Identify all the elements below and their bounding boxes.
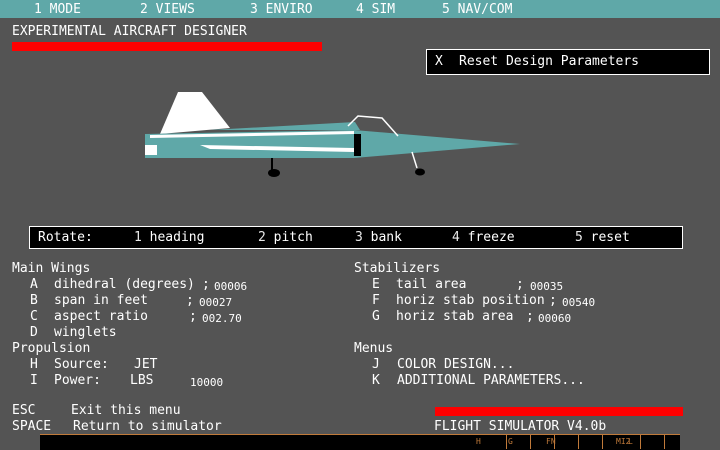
title-underline — [12, 42, 322, 51]
wing-dihedral-label: dihedral (degrees) — [54, 277, 195, 292]
rotate-freeze-option[interactable]: 4 freeze — [452, 230, 515, 245]
instrument-tick — [506, 435, 507, 449]
rotate-bank-key: 3 — [355, 230, 363, 245]
stab-horiz-area-label: horiz stab area — [396, 309, 514, 324]
propulsion-power-unit: LBS — [130, 373, 154, 388]
menu-enviro[interactable]: 3 ENVIRO — [250, 2, 313, 17]
wing-dihedral-key: A — [30, 277, 38, 292]
additional-params-label: ADDITIONAL PARAMETERS... — [397, 373, 585, 388]
wing-aspect-label: aspect ratio — [54, 309, 148, 324]
rotate-reset-option[interactable]: 5 reset — [575, 230, 630, 245]
stab-tail-area-sep: ; — [516, 277, 524, 292]
version-label: FLIGHT SIMULATOR V4.0b — [434, 419, 607, 434]
menu-mode[interactable]: 1 MODE — [34, 2, 81, 17]
reset-label: Reset Design Parameters — [459, 54, 640, 69]
stab-position-sep: ; — [549, 293, 557, 308]
stab-horiz-area-key: G — [372, 309, 380, 324]
nose-mark — [354, 134, 361, 156]
upper-wing — [210, 122, 360, 130]
menu-sim[interactable]: 4 SIM — [356, 2, 395, 17]
additional-params-key: K — [372, 373, 380, 388]
instrument-tick — [530, 435, 531, 449]
instrument-strip: H G FN MI2 L — [40, 434, 680, 450]
main-gear-wheel — [268, 169, 280, 177]
instrument-label: L — [628, 437, 633, 446]
wing-aspect-sep: ; — [189, 309, 197, 324]
propulsion-power-value: 10000 — [190, 376, 224, 389]
top-menu-bar: 1 MODE 2 VIEWS 3 ENVIRO 4 SIM 5 NAV/COM — [0, 0, 720, 18]
rotate-bank-label: bank — [370, 230, 402, 245]
rotate-pitch-key: 2 — [258, 230, 266, 245]
stab-tail-area-key: E — [372, 277, 380, 292]
instrument-strip-border — [40, 434, 680, 435]
instrument-label: H — [476, 437, 481, 446]
instrument-tick — [578, 435, 579, 449]
rotate-reset-key: 5 — [575, 230, 583, 245]
propulsion-source-key: H — [30, 357, 38, 372]
nose-gear-wheel — [415, 168, 425, 176]
main-wings-heading: Main Wings — [12, 261, 91, 276]
wing-winglets-label: winglets — [54, 325, 117, 340]
wing-aspect-key: C — [30, 309, 38, 324]
rotate-freeze-label: freeze — [467, 230, 515, 245]
rotate-pitch-option[interactable]: 2 pitch — [258, 230, 313, 245]
rotate-bank-option[interactable]: 3 bank — [355, 230, 402, 245]
stab-position-value: 00540 — [562, 296, 596, 309]
wing-dihedral-sep: ; — [202, 277, 210, 292]
instrument-tick — [640, 435, 641, 449]
stabilizers-heading: Stabilizers — [354, 261, 441, 276]
wing-winglets-key: D — [30, 325, 38, 340]
rotate-heading-key: 1 — [134, 230, 142, 245]
propulsion-power-key: I — [30, 373, 38, 388]
version-accent-bar — [435, 407, 683, 416]
space-key: SPACE — [12, 419, 52, 434]
fuselage-rear-block — [145, 145, 157, 155]
menu-nav-com[interactable]: 5 NAV/COM — [442, 2, 512, 17]
page-title: EXPERIMENTAL AIRCRAFT DESIGNER — [12, 24, 247, 39]
color-design-key: J — [372, 357, 380, 372]
space-label: Return to simulator — [73, 419, 222, 434]
instrument-label: G — [508, 437, 513, 446]
esc-label: Exit this menu — [71, 403, 181, 418]
rotate-pitch-label: pitch — [273, 230, 313, 245]
menu-views[interactable]: 2 VIEWS — [140, 2, 195, 17]
stab-tail-area-label: tail area — [396, 277, 467, 292]
rotate-heading-label: heading — [149, 230, 205, 245]
rotate-heading-option[interactable]: 1 heading — [134, 230, 204, 245]
propulsion-heading: Propulsion — [12, 341, 91, 356]
stab-position-key: F — [372, 293, 380, 308]
menus-heading: Menus — [354, 341, 394, 356]
wing-aspect-value: 002.70 — [202, 312, 242, 325]
rotate-bar: Rotate: 1 heading 2 pitch 3 bank 4 freez… — [29, 226, 683, 249]
propulsion-source-label: Source: — [54, 357, 109, 372]
wing-span-label: span in feet — [54, 293, 148, 308]
wing-dihedral-value: 00006 — [214, 280, 248, 293]
reset-design-button[interactable]: X Reset Design Parameters — [426, 49, 710, 75]
stab-horiz-area-sep: ; — [526, 309, 534, 324]
reset-key: X — [435, 54, 443, 69]
wing-span-key: B — [30, 293, 38, 308]
wing-span-sep: ; — [186, 293, 194, 308]
instrument-tick — [664, 435, 665, 449]
color-design-label: COLOR DESIGN... — [397, 357, 515, 372]
rotate-reset-label: reset — [590, 230, 630, 245]
nose-gear-strut — [411, 151, 418, 169]
stab-tail-area-value: 00035 — [530, 280, 564, 293]
esc-key: ESC — [12, 403, 36, 418]
aircraft-preview — [145, 92, 520, 177]
propulsion-power-label: Power: — [54, 373, 101, 388]
stab-position-label: horiz stab position — [396, 293, 545, 308]
stab-horiz-area-value: 00060 — [538, 312, 572, 325]
rotate-freeze-key: 4 — [452, 230, 460, 245]
wing-span-value: 00027 — [199, 296, 233, 309]
instrument-tick — [602, 435, 603, 449]
rotate-label: Rotate: — [38, 230, 93, 245]
instrument-label: FN — [546, 437, 556, 446]
tail-fin — [160, 92, 230, 134]
propulsion-source-value: JET — [134, 357, 158, 372]
